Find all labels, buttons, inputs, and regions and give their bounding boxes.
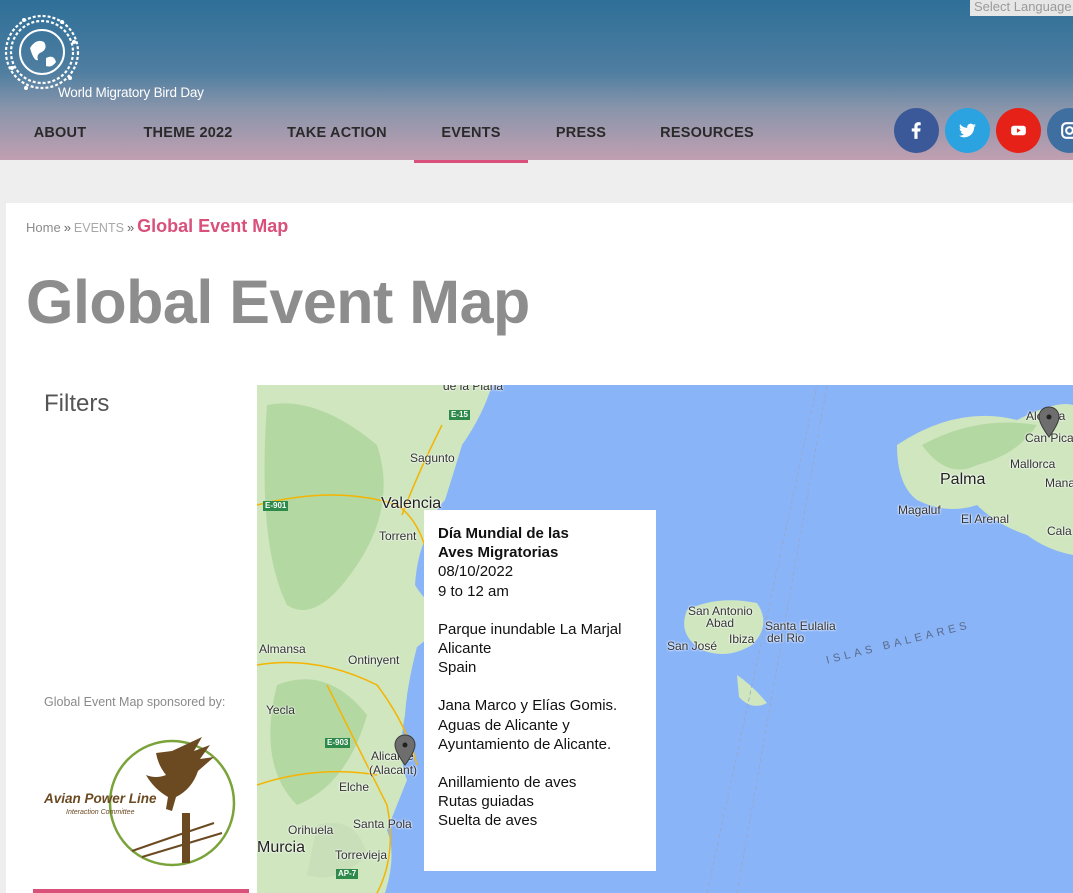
breadcrumb: Home» EVENTS» Global Event Map — [26, 216, 288, 237]
event-venue: Parque inundable La Marjal — [438, 620, 622, 638]
map-label: Magaluf — [898, 503, 941, 517]
filters-heading: Filters — [44, 390, 110, 417]
event-title: Día Mundial de las — [438, 525, 569, 542]
facebook-icon — [911, 122, 921, 139]
map-label: Orihuela — [288, 823, 334, 837]
map-label: del Rio — [767, 631, 805, 645]
road-shield: E-15 — [449, 410, 470, 420]
event-activity: Suelta de aves — [438, 812, 538, 830]
map-label: Elche — [339, 780, 370, 794]
breadcrumb-separator: » — [126, 220, 135, 235]
map-label: San José — [667, 639, 718, 653]
nav-events[interactable]: EVENTS — [414, 103, 528, 163]
map-label: Palma — [940, 471, 986, 488]
event-city: Alicante — [438, 640, 492, 658]
road-shield: E-903 — [325, 738, 351, 748]
language-select[interactable]: Select Language — [970, 0, 1073, 16]
map-label: Ibiza — [729, 632, 755, 646]
site-header: World Migratory Bird Day Select Language… — [0, 0, 1073, 163]
nav-theme-2022[interactable]: THEME 2022 — [130, 103, 246, 163]
breadcrumb-home[interactable]: Home — [26, 220, 61, 235]
sponsor-logo[interactable]: Avian Power Line Interaction Committee — [42, 733, 242, 868]
breadcrumb-events[interactable]: EVENTS — [74, 221, 124, 235]
youtube-icon — [1011, 125, 1026, 136]
nav-press[interactable]: PRESS — [545, 103, 617, 163]
facebook-button[interactable] — [894, 108, 939, 153]
nav-resources[interactable]: RESOURCES — [650, 103, 764, 163]
map-label: Mallorca — [1010, 457, 1056, 471]
sponsor-subtitle: Interaction Committee — [66, 809, 135, 816]
twitter-button[interactable] — [945, 108, 990, 153]
nav-take-action[interactable]: TAKE ACTION — [276, 103, 398, 163]
event-map[interactable]: de la Plana Sagunto Valencia Torrent Alm… — [257, 385, 1073, 893]
instagram-icon — [1061, 122, 1073, 139]
road-shield: E-901 — [263, 501, 289, 511]
event-time: 9 to 12 am — [438, 582, 509, 600]
map-label: El Arenal — [961, 512, 1010, 526]
breadcrumb-current: Global Event Map — [137, 216, 289, 236]
map-label: Murcia — [257, 839, 306, 856]
map-label: Torrent — [379, 529, 417, 543]
event-organizer: Ayuntamiento de Alicante. — [438, 735, 612, 753]
page-title: Global Event Map — [26, 268, 530, 336]
youtube-button[interactable] — [996, 108, 1041, 153]
event-country: Spain — [438, 659, 477, 677]
map-label: de la Plana — [443, 385, 504, 393]
map-label: Almansa — [259, 642, 306, 656]
logo-text: World Migratory Bird Day — [58, 85, 204, 100]
breadcrumb-separator: » — [63, 220, 71, 235]
event-marker-alicante[interactable] — [394, 734, 416, 766]
nav-about[interactable]: ABOUT — [20, 103, 100, 163]
map-label: Torrevieja — [335, 848, 388, 862]
event-date: 08/10/2022 — [438, 563, 514, 581]
sponsor-label: Global Event Map sponsored by: — [44, 695, 226, 709]
wmbd-logo[interactable]: World Migratory Bird Day — [4, 8, 204, 100]
map-label: Ontinyent — [348, 653, 400, 667]
sponsor-name: Avian Power Line — [43, 791, 157, 806]
map-label: Santa Pola — [353, 817, 412, 831]
event-marker-mallorca[interactable] — [1038, 406, 1060, 438]
event-organizer: Jana Marco y Elías Gomis. — [438, 697, 618, 715]
map-label: Cala — [1047, 524, 1072, 538]
map-label: Sagunto — [410, 451, 455, 465]
map-label: Yecla — [266, 703, 295, 717]
event-infowindow: Día Mundial de las Aves Migratorias 08/1… — [424, 510, 656, 871]
event-activity: Rutas guiadas — [438, 793, 534, 811]
event-organizer: Aguas de Alicante y — [438, 716, 570, 734]
road-shield: AP-7 — [336, 869, 359, 879]
sidebar-accent-line — [33, 889, 249, 893]
map-label: Mana — [1045, 476, 1073, 490]
event-title: Aves Migratorias — [438, 544, 559, 562]
map-label: Abad — [706, 616, 735, 630]
event-activity: Anillamiento de aves — [438, 774, 577, 792]
twitter-icon — [959, 123, 976, 138]
eagle-logo-icon: Avian Power Line Interaction Committee — [43, 737, 236, 867]
